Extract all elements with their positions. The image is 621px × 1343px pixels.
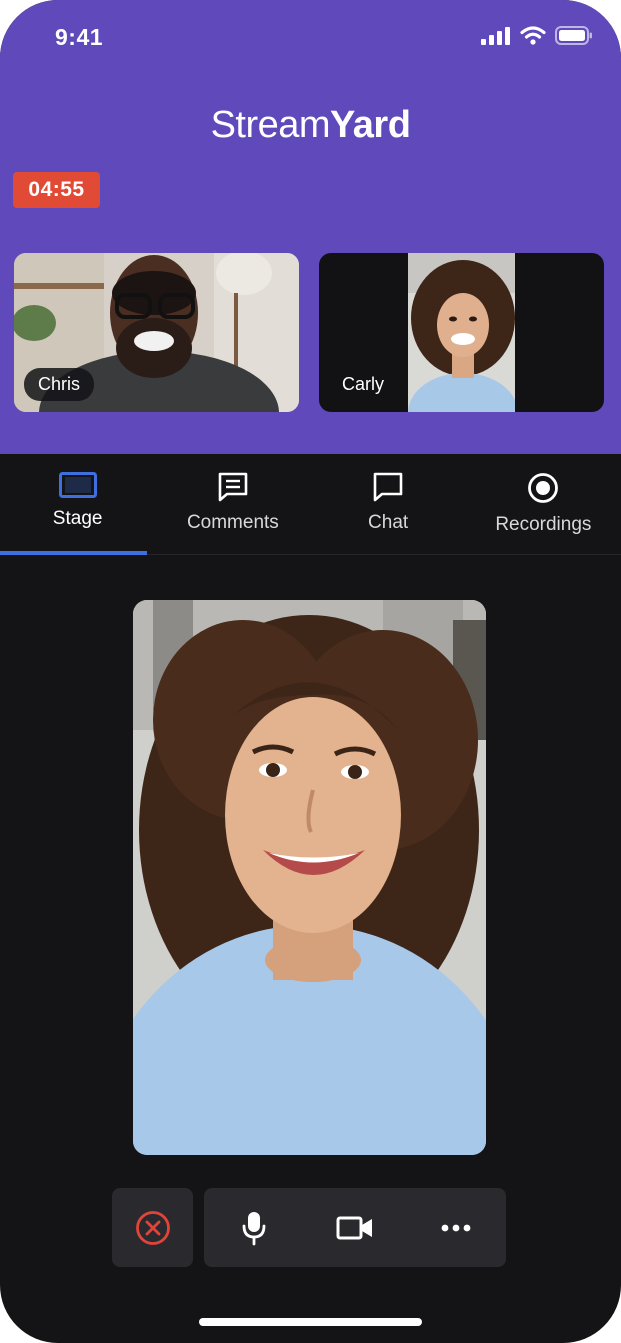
- status-icons: [481, 26, 593, 45]
- leave-icon: [135, 1210, 170, 1245]
- tab-comments[interactable]: Comments: [155, 454, 310, 554]
- active-tab-indicator: [0, 551, 147, 555]
- home-indicator[interactable]: [199, 1318, 422, 1326]
- tab-chat[interactable]: Chat: [311, 454, 466, 554]
- tab-comments-label: Comments: [186, 512, 279, 533]
- broadcast-timer: 04:55: [13, 172, 100, 208]
- microphone-icon: [242, 1211, 266, 1245]
- comments-icon: [218, 472, 248, 502]
- participant-name-chris: Chris: [24, 368, 95, 401]
- media-controls: [204, 1188, 506, 1267]
- more-icon: [441, 1224, 471, 1231]
- stage-video-carly: [133, 600, 486, 1155]
- participant-tile-chris[interactable]: Chris: [14, 253, 299, 412]
- tab-recordings-label: Recordings: [495, 514, 592, 535]
- more-options-button[interactable]: [416, 1188, 496, 1267]
- recordings-icon: [528, 473, 559, 503]
- participant-name-carly: Carly: [342, 374, 385, 394]
- signal-icon: [481, 26, 510, 45]
- participant-tile-carly[interactable]: Carly: [319, 253, 604, 412]
- brand-light: Stream: [210, 104, 331, 146]
- stage-icon: [58, 472, 97, 498]
- camera-button[interactable]: [315, 1188, 395, 1267]
- app-screen: 9:41 StreamYard 04:55 Chris Carly Stage …: [0, 0, 621, 1343]
- leave-button[interactable]: [112, 1188, 193, 1267]
- wifi-icon: [520, 26, 546, 45]
- camera-icon: [336, 1216, 372, 1239]
- chat-icon: [373, 472, 403, 502]
- tab-chat-label: Chat: [368, 512, 409, 533]
- tab-stage[interactable]: Stage: [0, 454, 155, 555]
- battery-icon: [555, 26, 592, 45]
- tab-bar: Stage Comments Chat Recordings: [0, 454, 621, 555]
- tab-recordings[interactable]: Recordings: [466, 454, 621, 554]
- participant-video-carly: [408, 253, 515, 412]
- microphone-button[interactable]: [214, 1188, 294, 1267]
- status-time: 9:41: [55, 24, 104, 50]
- brand-bold: Yard: [330, 104, 411, 146]
- tab-stage-label: Stage: [52, 508, 103, 529]
- streamyard-logo: StreamYard: [0, 104, 621, 147]
- header-area: 9:41 StreamYard 04:55 Chris Carly: [0, 0, 621, 454]
